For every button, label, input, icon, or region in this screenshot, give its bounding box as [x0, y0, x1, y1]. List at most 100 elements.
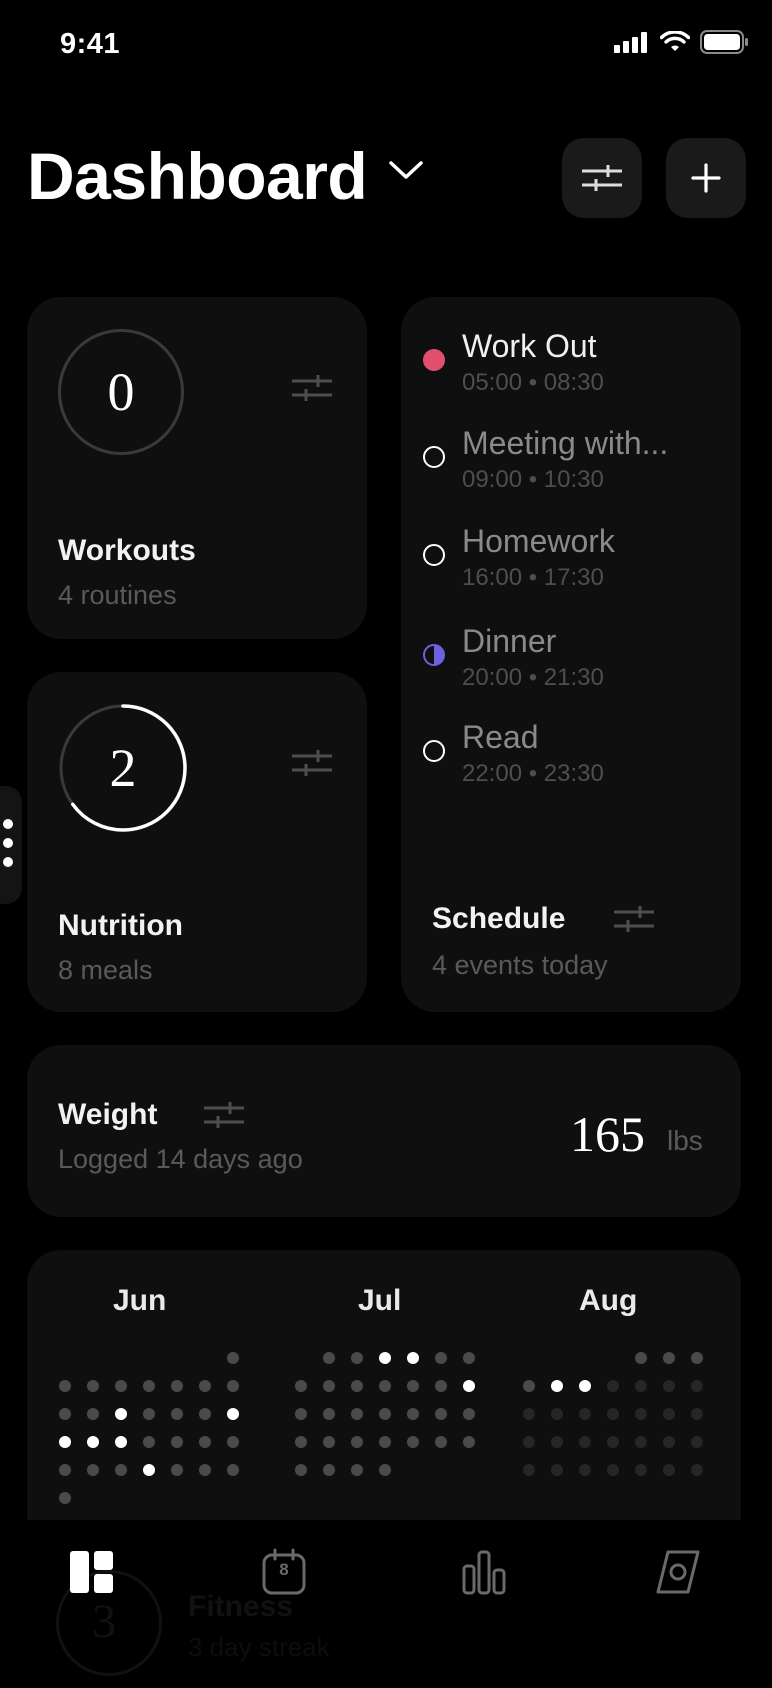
calendar-day-dot[interactable] [463, 1408, 475, 1420]
calendar-day-dot[interactable] [227, 1408, 239, 1420]
calendar-day-dot[interactable] [551, 1380, 563, 1392]
schedule-status-icon[interactable] [423, 644, 445, 666]
chevron-down-icon[interactable] [388, 160, 424, 182]
calendar-day-dot[interactable] [691, 1408, 703, 1420]
calendar-day-dot[interactable] [199, 1464, 211, 1476]
nutrition-card[interactable]: 2 Nutrition 8 meals [27, 672, 367, 1012]
calendar-day-dot[interactable] [607, 1464, 619, 1476]
calendar-day-dot[interactable] [143, 1436, 155, 1448]
calendar-day-dot[interactable] [87, 1408, 99, 1420]
workouts-card[interactable]: 0 Workouts 4 routines [27, 297, 367, 639]
calendar-day-dot[interactable] [199, 1408, 211, 1420]
discover-icon[interactable] [654, 1548, 702, 1596]
calendar-day-dot[interactable] [323, 1408, 335, 1420]
calendar-day-dot[interactable] [663, 1352, 675, 1364]
calendar-day-dot[interactable] [635, 1436, 647, 1448]
calendar-day-dot[interactable] [351, 1464, 363, 1476]
calendar-day-dot[interactable] [295, 1380, 307, 1392]
calendar-day-dot[interactable] [523, 1380, 535, 1392]
calendar-day-dot[interactable] [435, 1352, 447, 1364]
calendar-day-dot[interactable] [551, 1464, 563, 1476]
calendar-day-dot[interactable] [115, 1436, 127, 1448]
calendar-day-dot[interactable] [407, 1352, 419, 1364]
calendar-day-dot[interactable] [379, 1380, 391, 1392]
calendar-day-dot[interactable] [87, 1464, 99, 1476]
calendar-day-dot[interactable] [691, 1380, 703, 1392]
calendar-day-dot[interactable] [351, 1436, 363, 1448]
calendar-day-dot[interactable] [295, 1436, 307, 1448]
calendar-day-dot[interactable] [171, 1464, 183, 1476]
calendar-day-dot[interactable] [635, 1408, 647, 1420]
calendar-day-dot[interactable] [435, 1408, 447, 1420]
calendar-day-dot[interactable] [551, 1408, 563, 1420]
calendar-day-dot[interactable] [579, 1380, 591, 1392]
sliders-icon[interactable] [290, 748, 334, 778]
calendar-day-dot[interactable] [523, 1436, 535, 1448]
calendar-day-dot[interactable] [579, 1464, 591, 1476]
calendar-day-dot[interactable] [227, 1352, 239, 1364]
calendar-day-dot[interactable] [59, 1380, 71, 1392]
calendar-day-dot[interactable] [115, 1408, 127, 1420]
calendar-day-dot[interactable] [171, 1436, 183, 1448]
calendar-day-dot[interactable] [323, 1380, 335, 1392]
calendar-day-dot[interactable] [199, 1436, 211, 1448]
calendar-day-dot[interactable] [87, 1380, 99, 1392]
calendar-day-dot[interactable] [227, 1436, 239, 1448]
calendar-day-dot[interactable] [115, 1464, 127, 1476]
calendar-day-dot[interactable] [59, 1464, 71, 1476]
calendar-day-dot[interactable] [59, 1408, 71, 1420]
calendar-day-dot[interactable] [351, 1408, 363, 1420]
calendar-day-dot[interactable] [691, 1436, 703, 1448]
calendar-day-dot[interactable] [227, 1464, 239, 1476]
calendar-day-dot[interactable] [607, 1408, 619, 1420]
calendar-day-dot[interactable] [463, 1436, 475, 1448]
calendar-day-dot[interactable] [607, 1380, 619, 1392]
weight-card[interactable]: Weight Logged 14 days ago 165 lbs [27, 1045, 741, 1217]
calendar-day-dot[interactable] [351, 1352, 363, 1364]
calendar-day-dot[interactable] [523, 1464, 535, 1476]
calendar-day-dot[interactable] [523, 1408, 535, 1420]
calendar-day-dot[interactable] [435, 1436, 447, 1448]
tab-calendar[interactable]: 8 [260, 1548, 308, 1596]
calendar-day-dot[interactable] [635, 1352, 647, 1364]
calendar-day-dot[interactable] [143, 1380, 155, 1392]
calendar-day-dot[interactable] [323, 1436, 335, 1448]
sliders-icon[interactable] [612, 904, 656, 934]
calendar-day-dot[interactable] [199, 1380, 211, 1392]
calendar-day-dot[interactable] [579, 1436, 591, 1448]
side-handle[interactable] [0, 786, 22, 904]
calendar-day-dot[interactable] [171, 1408, 183, 1420]
calendar-day-dot[interactable] [143, 1464, 155, 1476]
schedule-status-icon[interactable] [423, 349, 445, 371]
calendar-day-dot[interactable] [59, 1436, 71, 1448]
calendar-day-dot[interactable] [143, 1408, 155, 1420]
calendar-day-dot[interactable] [227, 1380, 239, 1392]
calendar-day-dot[interactable] [663, 1380, 675, 1392]
calendar-day-dot[interactable] [323, 1464, 335, 1476]
calendar-day-dot[interactable] [663, 1436, 675, 1448]
stats-icon[interactable] [460, 1548, 508, 1596]
calendar-day-dot[interactable] [635, 1380, 647, 1392]
calendar-day-dot[interactable] [295, 1408, 307, 1420]
calendar-day-dot[interactable] [607, 1436, 619, 1448]
calendar-day-dot[interactable] [379, 1436, 391, 1448]
calendar-day-dot[interactable] [407, 1436, 419, 1448]
calendar-day-dot[interactable] [171, 1380, 183, 1392]
calendar-day-dot[interactable] [59, 1492, 71, 1504]
calendar-day-dot[interactable] [295, 1464, 307, 1476]
calendar-day-dot[interactable] [463, 1352, 475, 1364]
dashboard-icon[interactable] [68, 1548, 116, 1596]
schedule-status-icon[interactable] [423, 446, 445, 468]
calendar-day-dot[interactable] [115, 1380, 127, 1392]
calendar-day-dot[interactable] [87, 1436, 99, 1448]
schedule-status-icon[interactable] [423, 740, 445, 762]
add-button[interactable] [666, 138, 746, 218]
calendar-day-dot[interactable] [691, 1352, 703, 1364]
sliders-icon[interactable] [202, 1100, 246, 1130]
calendar-day-dot[interactable] [663, 1408, 675, 1420]
calendar-day-dot[interactable] [407, 1408, 419, 1420]
calendar-day-dot[interactable] [435, 1380, 447, 1392]
calendar-day-dot[interactable] [351, 1380, 363, 1392]
calendar-day-dot[interactable] [407, 1380, 419, 1392]
calendar-day-dot[interactable] [379, 1408, 391, 1420]
